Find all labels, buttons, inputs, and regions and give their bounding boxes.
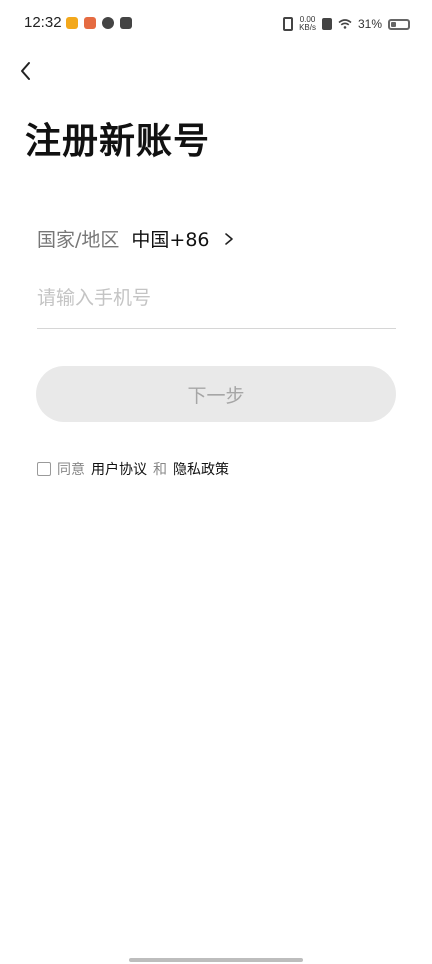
country-label: 国家/地区	[37, 229, 120, 251]
agree-text: 同意	[57, 462, 85, 478]
chevron-right-icon	[224, 232, 233, 245]
country-code-value: 中国+86	[131, 229, 210, 251]
battery-level	[391, 21, 396, 27]
status-time: 12:32	[24, 14, 62, 31]
network-speed-unit: KB/s	[299, 23, 316, 32]
country-selector[interactable]: 国家/地区 中国+86	[37, 225, 236, 252]
agree-checkbox[interactable]	[37, 462, 51, 476]
phone-field	[37, 282, 396, 329]
battery-percent: 31%	[357, 17, 382, 31]
network-speed: 0.00 KB/s	[299, 16, 316, 32]
mail-icon	[120, 17, 132, 29]
status-bar: 12:32 0.00 KB/s 31%	[0, 0, 432, 50]
link-app-icon	[102, 17, 114, 29]
weibo-icon	[66, 17, 78, 29]
and-text: 和	[153, 462, 167, 478]
user-agreement-link[interactable]: 用户协议	[91, 459, 147, 479]
home-indicator[interactable]	[129, 958, 303, 962]
agreement-row: 同意 用户协议 和 隐私政策	[37, 459, 229, 479]
next-button[interactable]: 下一步	[36, 366, 396, 422]
notification-icons	[66, 17, 132, 29]
wifi-icon	[338, 19, 352, 29]
page-title: 注册新账号	[25, 121, 211, 162]
chevron-left-icon	[21, 62, 30, 80]
privacy-policy-link[interactable]: 隐私政策	[173, 459, 229, 479]
phone-input[interactable]	[37, 282, 396, 314]
back-button[interactable]	[14, 58, 40, 84]
vibrate-icon	[283, 17, 294, 31]
sim-icon	[321, 18, 332, 30]
redbook-icon	[84, 17, 96, 29]
battery-icon	[388, 18, 410, 30]
status-indicators: 0.00 KB/s 31%	[283, 16, 410, 32]
